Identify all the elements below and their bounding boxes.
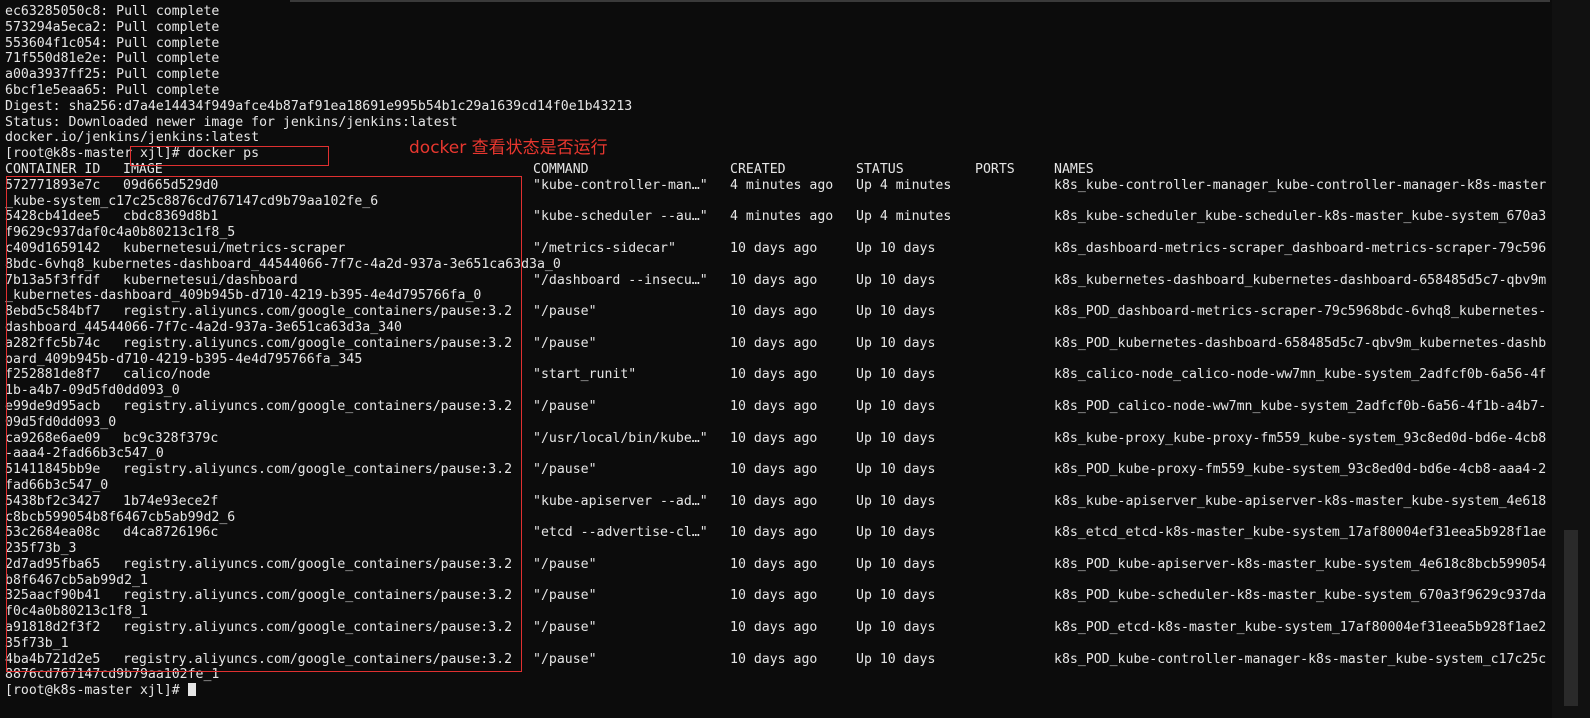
cell-status: Up 10 days [856, 398, 936, 414]
cell-status: Up 10 days [856, 272, 936, 288]
annotation-box-container-list [6, 176, 522, 672]
cell-names: k8s_POD_dashboard-metrics-scraper-79c596… [1054, 304, 1547, 320]
output-text: ec63285050c8: Pull complete [5, 4, 220, 19]
header-ports: PORTS [975, 161, 1015, 177]
annotation-box-command [130, 146, 329, 166]
cell-command: "kube-apiserver --ad…" [533, 493, 708, 509]
output-text: Digest: sha256:d7a4e14434f949afce4b87af9… [5, 98, 633, 114]
cursor-icon [187, 683, 196, 697]
cell-created: 10 days ago [730, 493, 818, 509]
cell-status: Up 10 days [856, 462, 936, 478]
cell-command: "/pause" [533, 588, 597, 604]
cell-names: k8s_POD_kube-apiserver-k8s-master_kube-s… [1054, 556, 1547, 572]
cell-created: 10 days ago [730, 335, 818, 351]
cell-status: Up 10 days [856, 493, 936, 509]
cell-status: Up 10 days [856, 430, 936, 446]
cell-status: Up 10 days [856, 335, 936, 351]
cell-status: Up 4 minutes [856, 209, 952, 225]
cell-names: k8s_POD_kube-controller-manager-k8s-mast… [1054, 651, 1547, 667]
cell-created: 10 days ago [730, 272, 818, 288]
final-prompt-line[interactable]: [root@k8s-master xjl]# [0, 683, 1552, 699]
cell-created: 10 days ago [730, 525, 818, 541]
cell-names: k8s_kube-controller-manager_kube-control… [1054, 177, 1547, 193]
output-text: 6bcf1e5eaa65: Pull complete [5, 82, 220, 98]
cell-command: "/pause" [533, 462, 597, 478]
cell-status: Up 10 days [856, 367, 936, 383]
cell-status: Up 10 days [856, 651, 936, 667]
cell-command: "/pause" [533, 335, 597, 351]
output-text: Status: Downloaded newer image for jenki… [5, 114, 458, 130]
cell-names: k8s_etcd_etcd-k8s-master_kube-system_17a… [1054, 525, 1547, 541]
output-line: a00a3937ff25: Pull complete [0, 67, 1552, 83]
cell-names: k8s_POD_kube-proxy-fm559_kube-system_93c… [1054, 462, 1547, 478]
output-line: 71f550d81e2e: Pull complete [0, 51, 1552, 67]
cell-command: "start_runit" [533, 367, 637, 383]
horizontal-scroll-thumb[interactable] [290, 0, 1550, 2]
header-status: STATUS [856, 161, 904, 177]
header-command: COMMAND [533, 161, 589, 177]
cell-command: "/pause" [533, 304, 597, 320]
output-line: ec63285050c8: Pull complete [0, 4, 1552, 20]
cell-command: "kube-scheduler --au…" [533, 209, 708, 225]
cell-status: Up 10 days [856, 620, 936, 636]
terminal-window[interactable]: ec63285050c8: Pull complete 573294a5eca2:… [0, 0, 1552, 718]
output-text: 71f550d81e2e: Pull complete [5, 51, 220, 67]
cell-command: "/dashboard --insecu…" [533, 272, 708, 288]
output-text: docker.io/jenkins/jenkins:latest [5, 130, 260, 146]
output-line: 553604f1c054: Pull complete [0, 36, 1552, 52]
output-text: a00a3937ff25: Pull complete [5, 67, 220, 83]
cell-created: 10 days ago [730, 240, 818, 256]
cell-names: k8s_kubernetes-dashboard_kubernetes-dash… [1054, 272, 1547, 288]
cell-command: "/pause" [533, 398, 597, 414]
vertical-scroll-thumb[interactable] [1564, 530, 1578, 706]
vertical-scrollbar[interactable] [1552, 0, 1590, 718]
cell-names: k8s_POD_kubernetes-dashboard-658485d5c7-… [1054, 335, 1547, 351]
cell-command: "/metrics-sidecar" [533, 240, 676, 256]
cell-names: k8s_dashboard-metrics-scraper_dashboard-… [1054, 240, 1547, 256]
cell-created: 4 minutes ago [730, 209, 834, 225]
output-text: 553604f1c054: Pull complete [5, 35, 220, 51]
cell-command: "kube-controller-man…" [533, 177, 708, 193]
cell-created: 10 days ago [730, 620, 818, 636]
pull-output: ec63285050c8: Pull complete 573294a5eca2:… [0, 4, 1552, 146]
cell-names: k8s_kube-apiserver_kube-apiserver-k8s-ma… [1054, 493, 1547, 509]
header-names: NAMES [1054, 161, 1094, 177]
output-line: Digest: sha256:d7a4e14434f949afce4b87af9… [0, 99, 1552, 115]
cell-status: Up 4 minutes [856, 177, 952, 193]
output-text: 573294a5eca2: Pull complete [5, 19, 220, 35]
cell-status: Up 10 days [856, 556, 936, 572]
cell-command: "/usr/local/bin/kube…" [533, 430, 708, 446]
cell-status: Up 10 days [856, 525, 936, 541]
output-line: Status: Downloaded newer image for jenki… [0, 115, 1552, 131]
cell-status: Up 10 days [856, 240, 936, 256]
cell-created: 10 days ago [730, 398, 818, 414]
cell-status: Up 10 days [856, 304, 936, 320]
cell-created: 10 days ago [730, 588, 818, 604]
output-line: docker.io/jenkins/jenkins:latest [0, 130, 1552, 146]
cell-created: 10 days ago [730, 430, 818, 446]
output-line: 573294a5eca2: Pull complete [0, 20, 1552, 36]
cell-names: k8s_POD_kube-scheduler-k8s-master_kube-s… [1054, 588, 1547, 604]
annotation-label: docker 查看状态是否运行 [409, 138, 608, 158]
cell-command: "/pause" [533, 651, 597, 667]
cell-command: "/pause" [533, 620, 597, 636]
cell-names: k8s_calico-node_calico-node-ww7mn_kube-s… [1054, 367, 1547, 383]
cell-names: k8s_kube-scheduler_kube-scheduler-k8s-ma… [1054, 209, 1547, 225]
cell-created: 10 days ago [730, 556, 818, 572]
cell-status: Up 10 days [856, 588, 936, 604]
cell-names: k8s_POD_calico-node-ww7mn_kube-system_2a… [1054, 398, 1547, 414]
cell-command: "etcd --advertise-cl…" [533, 525, 708, 541]
output-line: 6bcf1e5eaa65: Pull complete [0, 83, 1552, 99]
cell-created: 10 days ago [730, 462, 818, 478]
cell-created: 4 minutes ago [730, 177, 834, 193]
cell-created: 10 days ago [730, 367, 818, 383]
cell-names: k8s_kube-proxy_kube-proxy-fm559_kube-sys… [1054, 430, 1547, 446]
final-prompt: [root@k8s-master xjl]# [5, 683, 188, 699]
cell-created: 10 days ago [730, 651, 818, 667]
cell-names: k8s_POD_etcd-k8s-master_kube-system_17af… [1054, 620, 1547, 636]
cell-command: "/pause" [533, 556, 597, 572]
cell-created: 10 days ago [730, 304, 818, 320]
header-created: CREATED [730, 161, 786, 177]
